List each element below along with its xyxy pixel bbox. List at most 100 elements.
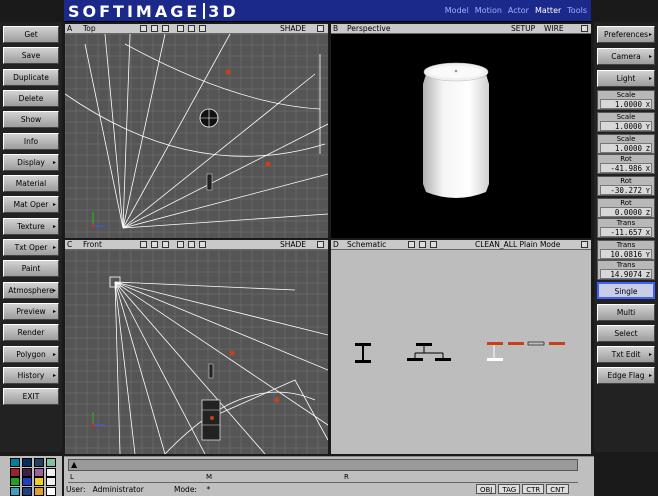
multi-button[interactable]: Multi xyxy=(597,304,655,321)
view-name-dropdown[interactable]: Schematic xyxy=(347,240,386,249)
edge-flag-button[interactable]: Edge Flag ▸ xyxy=(597,367,655,384)
field-value[interactable]: -11.657 X xyxy=(600,227,652,237)
field-value[interactable]: 14.9074 Z xyxy=(600,269,652,279)
render-button[interactable]: Render xyxy=(3,324,59,342)
view-toggle-box[interactable] xyxy=(140,241,147,248)
palette-swatch[interactable] xyxy=(22,486,32,496)
palette-swatch[interactable] xyxy=(22,477,32,486)
save-button[interactable]: Save xyxy=(3,47,59,65)
trans-x-field[interactable]: Trans -11.657 X xyxy=(597,218,655,238)
viewport-schematic[interactable]: D Schematic CLEAN_ALL Plain Mode xyxy=(331,240,591,454)
palette-swatch[interactable] xyxy=(10,477,20,486)
scale-z-field[interactable]: Scale 1.0000 Z xyxy=(597,134,655,154)
texture-button[interactable]: Texture ▸ xyxy=(3,217,59,235)
field-value[interactable]: 0.0000 Z xyxy=(600,207,652,217)
rot-y-field[interactable]: Rot -30.272 Y xyxy=(597,176,655,196)
field-value[interactable]: 1.0000 X xyxy=(600,99,652,109)
shade-dropdown[interactable]: SHADE xyxy=(280,240,306,249)
schematic-canvas[interactable] xyxy=(331,250,591,454)
palette-swatch[interactable] xyxy=(46,477,56,486)
palette-swatch[interactable] xyxy=(10,486,20,496)
show-button[interactable]: Show xyxy=(3,111,59,129)
view-toggle-box[interactable] xyxy=(199,241,206,248)
preferences-button[interactable]: Preferences ▸ xyxy=(597,26,655,43)
module-motion[interactable]: Motion xyxy=(475,6,502,15)
shade-dropdown[interactable]: SHADE xyxy=(280,24,306,33)
preview-button[interactable]: Preview ▸ xyxy=(3,302,59,320)
polygon-button[interactable]: Polygon ▸ xyxy=(3,345,59,363)
tab-tag[interactable]: TAG xyxy=(498,484,521,494)
get-button[interactable]: Get xyxy=(3,26,59,43)
view-toggle-box[interactable] xyxy=(199,25,206,32)
display-button[interactable]: Display ▸ xyxy=(3,153,59,171)
exit-button[interactable]: EXIT xyxy=(3,388,59,406)
txt-edit-button[interactable]: Txt Edit ▸ xyxy=(597,346,655,363)
view-toggle-box[interactable] xyxy=(430,241,437,248)
duplicate-button[interactable]: Duplicate xyxy=(3,68,59,86)
module-model[interactable]: Model xyxy=(445,6,469,15)
viewport-front[interactable]: C Front SHADE xyxy=(65,240,328,454)
palette-swatch[interactable] xyxy=(22,458,32,467)
mat-oper-button[interactable]: Mat Oper ▸ xyxy=(3,196,59,214)
view-toggle-box[interactable] xyxy=(188,241,195,248)
txt-oper-button[interactable]: Txt Oper ▸ xyxy=(3,239,59,256)
info-button[interactable]: Info xyxy=(3,132,59,150)
field-value[interactable]: 1.0000 Z xyxy=(600,143,652,153)
maximize-icon[interactable] xyxy=(581,25,588,32)
field-value[interactable]: 1.0000 Y xyxy=(600,121,652,131)
scale-x-field[interactable]: Scale 1.0000 X xyxy=(597,90,655,110)
wire-dropdown[interactable]: WIRE xyxy=(544,24,564,33)
view-toggle-box[interactable] xyxy=(177,241,184,248)
select-button[interactable]: Select xyxy=(597,325,655,342)
scale-y-field[interactable]: Scale 1.0000 Y xyxy=(597,112,655,132)
palette-swatch[interactable] xyxy=(46,486,56,496)
view-toggle-box[interactable] xyxy=(419,241,426,248)
tab-ctr[interactable]: CTR xyxy=(522,484,545,494)
rot-x-field[interactable]: Rot -41.986 X xyxy=(597,154,655,174)
palette-swatch[interactable] xyxy=(22,467,32,477)
viewport-top[interactable]: A Top SHADE xyxy=(65,24,328,238)
module-tools[interactable]: Tools xyxy=(567,6,587,15)
view-name-dropdown[interactable]: Top xyxy=(83,24,96,33)
palette-swatch[interactable] xyxy=(10,467,20,477)
maximize-icon[interactable] xyxy=(317,25,324,32)
view-toggle-box[interactable] xyxy=(151,241,158,248)
maximize-icon[interactable] xyxy=(317,241,324,248)
viewport-perspective[interactable]: B Perspective SETUP WIRE xyxy=(331,24,591,238)
palette-swatch[interactable] xyxy=(34,458,44,467)
view-toggle-box[interactable] xyxy=(162,25,169,32)
palette-swatch[interactable] xyxy=(10,458,20,467)
palette-swatch[interactable] xyxy=(34,486,44,496)
module-matter[interactable]: Matter xyxy=(535,6,561,15)
tab-obj[interactable]: OBJ xyxy=(476,484,497,494)
view-toggle-box[interactable] xyxy=(188,25,195,32)
history-button[interactable]: History ▸ xyxy=(3,366,59,384)
rot-z-field[interactable]: Rot 0.0000 Z xyxy=(597,198,655,218)
view-toggle-box[interactable] xyxy=(162,241,169,248)
setup-dropdown[interactable]: SETUP xyxy=(511,24,535,33)
field-value[interactable]: -30.272 Y xyxy=(600,185,652,195)
trans-z-field[interactable]: Trans 14.9074 Z xyxy=(597,260,655,280)
timeline-slider[interactable]: ▲ xyxy=(68,459,578,471)
field-value[interactable]: 10.0816 Y xyxy=(600,249,652,259)
field-value[interactable]: -41.986 X xyxy=(600,163,652,173)
light-button[interactable]: Light ▸ xyxy=(597,70,655,87)
module-actor[interactable]: Actor xyxy=(508,6,529,15)
maximize-icon[interactable] xyxy=(581,241,588,248)
view-toggle-box[interactable] xyxy=(408,241,415,248)
trans-y-field[interactable]: Trans 10.0816 Y xyxy=(597,240,655,260)
paint-button[interactable]: Paint xyxy=(3,260,59,278)
view-name-dropdown[interactable]: Perspective xyxy=(347,24,390,33)
material-button[interactable]: Material xyxy=(3,175,59,193)
top-view-canvas[interactable] xyxy=(65,34,328,238)
palette-swatch[interactable] xyxy=(34,477,44,486)
atmosphere-button[interactable]: Atmosphere ▸ xyxy=(3,281,59,299)
view-toggle-box[interactable] xyxy=(177,25,184,32)
palette-swatch[interactable] xyxy=(46,458,56,467)
slider-handle-icon[interactable]: ▲ xyxy=(71,460,77,469)
tab-cnt[interactable]: CNT xyxy=(546,484,569,494)
view-toggle-box[interactable] xyxy=(151,25,158,32)
front-view-canvas[interactable] xyxy=(65,250,328,454)
schematic-mode-dropdown[interactable]: CLEAN_ALL Plain Mode xyxy=(475,240,560,249)
camera-button[interactable]: Camera ▸ xyxy=(597,48,655,65)
